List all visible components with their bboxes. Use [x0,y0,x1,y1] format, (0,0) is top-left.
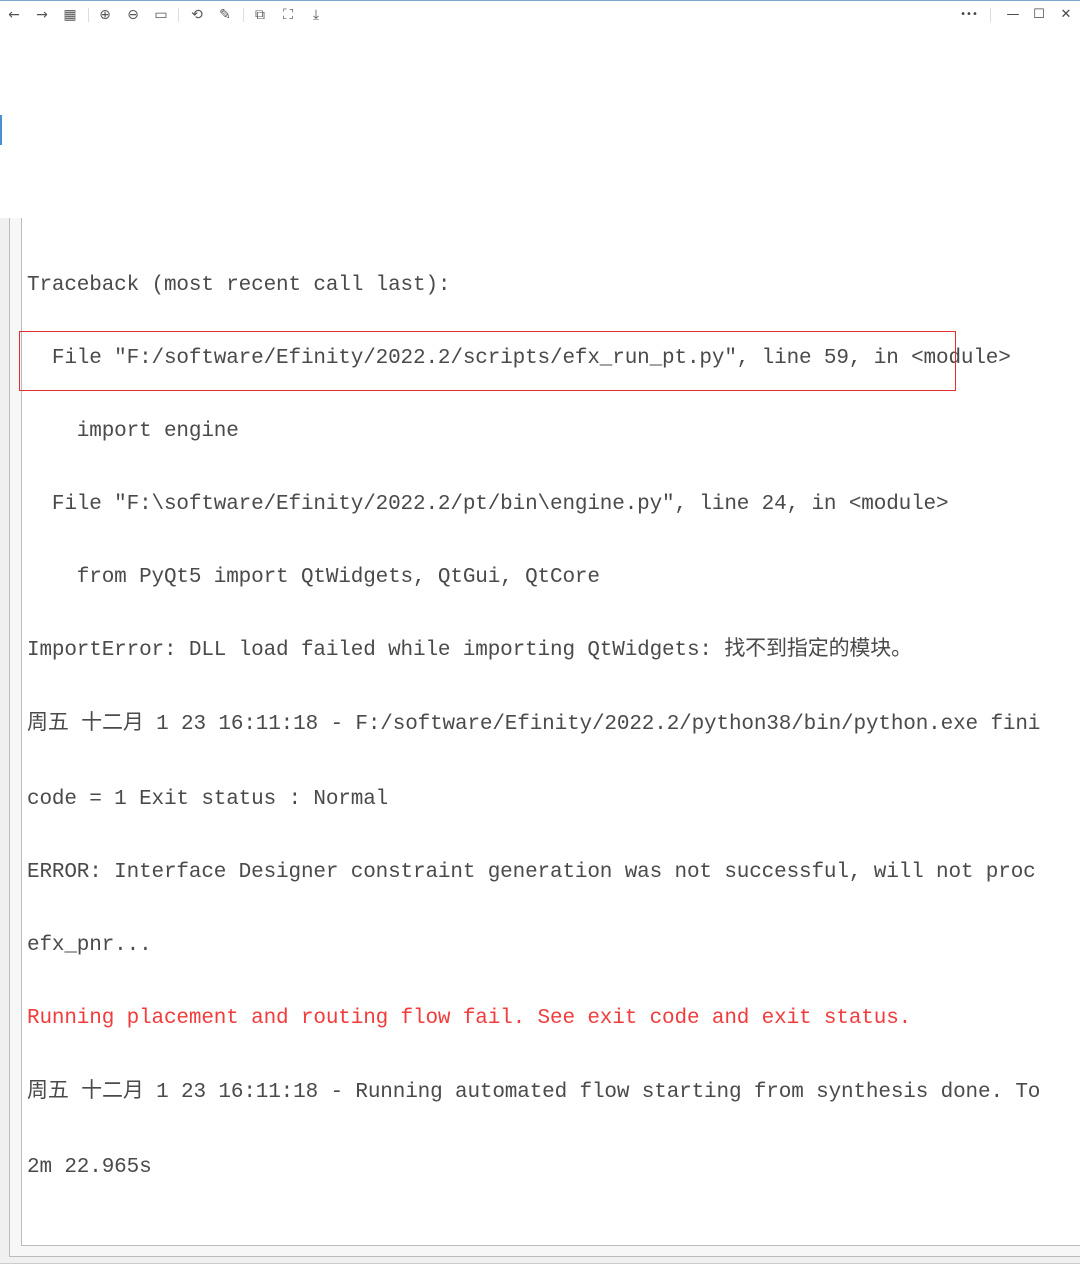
actual-size-icon[interactable]: ▭ [151,5,171,25]
window-edge-accent [0,115,2,145]
grid-view-icon[interactable]: ▦ [60,5,80,25]
zoom-in-icon[interactable]: ⊕ [95,5,115,25]
toolbar-divider [88,8,89,22]
save-icon[interactable]: ⤓ [306,5,326,25]
console-line: Traceback (most recent call last): [27,274,451,297]
console-line: 2m 22.965s [27,1156,152,1179]
console-line: import engine [27,420,239,443]
console-line: File "F:\software/Efinity/2022.2/pt/bin\… [27,493,949,516]
zoom-out-icon[interactable]: ⊖ [123,5,143,25]
image-viewer-toolbar: ← → ▦ ⊕ ⊖ ▭ ⟲ ✎ ⧉ ⛶ ⤓ ••• — ☐ ✕ [0,0,1080,30]
console-error-line: ImportError: DLL load failed while impor… [27,639,912,662]
console-lines: Traceback (most recent call last): File … [27,226,1080,1227]
rotate-icon[interactable]: ⟲ [187,5,207,25]
close-icon[interactable]: ✕ [1055,5,1077,25]
screenshot-console-frame: Traceback (most recent call last): File … [0,218,1080,1264]
more-options-icon[interactable]: ••• [958,5,980,25]
console-line: File "F:/software/Efinity/2022.2/scripts… [27,347,1011,370]
console-line: code = 1 Exit status : Normal [27,788,389,811]
console-line: 周五 十二月 1 23 16:11:18 - F:/software/Efini… [27,713,1041,736]
title-accent-line [0,0,1080,1]
edit-icon[interactable]: ✎ [215,5,235,25]
console-line: ERROR: Interface Designer constraint gen… [27,861,1036,884]
ocr-icon[interactable]: ⛶ [278,5,298,25]
maximize-icon[interactable]: ☐ [1028,5,1050,25]
toolbar-divider [178,8,179,22]
console-outer-border: Traceback (most recent call last): File … [9,218,1080,1257]
minimize-icon[interactable]: — [1002,5,1024,25]
console-line: from PyQt5 import QtWidgets, QtGui, QtCo… [27,566,600,589]
console-fail-line: Running placement and routing flow fail.… [27,1007,912,1030]
console-line: 周五 十二月 1 23 16:11:18 - Running automated… [27,1081,1041,1104]
toolbar-divider [990,8,991,22]
forward-icon[interactable]: → [32,5,52,25]
translate-icon[interactable]: ⧉ [250,5,270,25]
console-line: efx_pnr... [27,934,152,957]
console-output: Traceback (most recent call last): File … [21,218,1080,1246]
back-icon[interactable]: ← [4,5,24,25]
toolbar-divider [243,8,244,22]
